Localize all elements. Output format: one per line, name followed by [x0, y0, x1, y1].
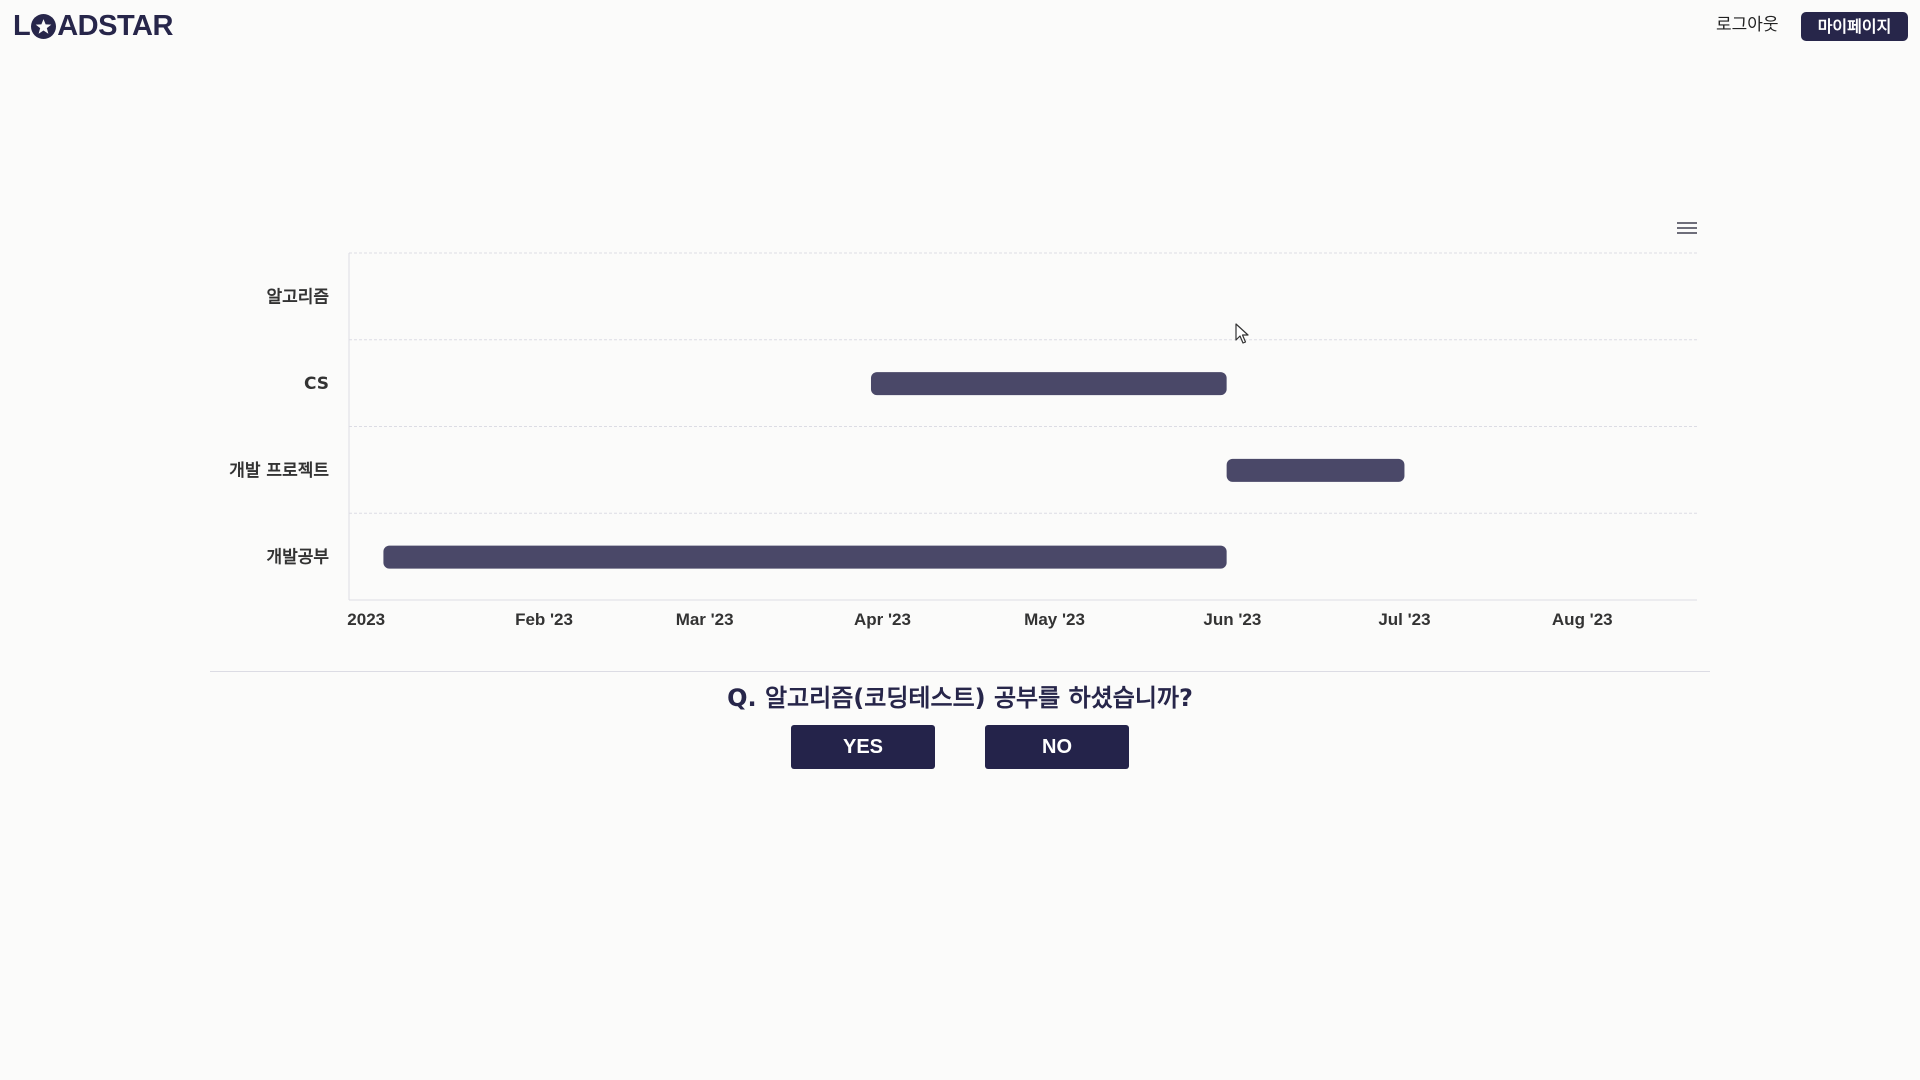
y-tick-label: 개발공부 — [266, 548, 329, 568]
timeline-bar — [383, 545, 1227, 569]
x-tick-label: May '23 — [1024, 610, 1085, 629]
x-tick-label: Jul '23 — [1378, 610, 1430, 629]
timeline-chart-svg: 알고리즘 CS 개발 프로젝트개발공부 2023 Feb '23 Mar '23 Apr '… — [229, 252, 1697, 629]
divider — [210, 671, 1710, 672]
timeline-bar — [1226, 458, 1405, 482]
timeline-bar — [870, 372, 1227, 396]
x-tick-label: Aug '23 — [1552, 610, 1613, 629]
x-tick-label: Mar '23 — [676, 610, 734, 629]
x-tick-label: 2023 — [347, 610, 385, 629]
mouse-pointer-icon — [1235, 323, 1249, 344]
y-tick-label: CS — [304, 374, 329, 394]
x-tick-label: Apr '23 — [854, 610, 911, 629]
x-tick-label: Jun '23 — [1203, 610, 1261, 629]
yes-button[interactable]: YES — [791, 725, 935, 769]
question-text: Q. 알고리즘(코딩테스트) 공부를 하셨습니까? — [727, 684, 1193, 712]
no-button[interactable]: NO — [985, 725, 1129, 769]
timeline-chart: 알고리즘 CS 개발 프로젝트개발공부 2023 Feb '23 Mar '23 Apr '… — [0, 0, 1920, 700]
y-tick-label: 알고리즘 — [266, 287, 329, 307]
y-tick-label: 개발 프로젝트 — [229, 461, 329, 481]
x-tick-label: Feb '23 — [515, 610, 573, 629]
